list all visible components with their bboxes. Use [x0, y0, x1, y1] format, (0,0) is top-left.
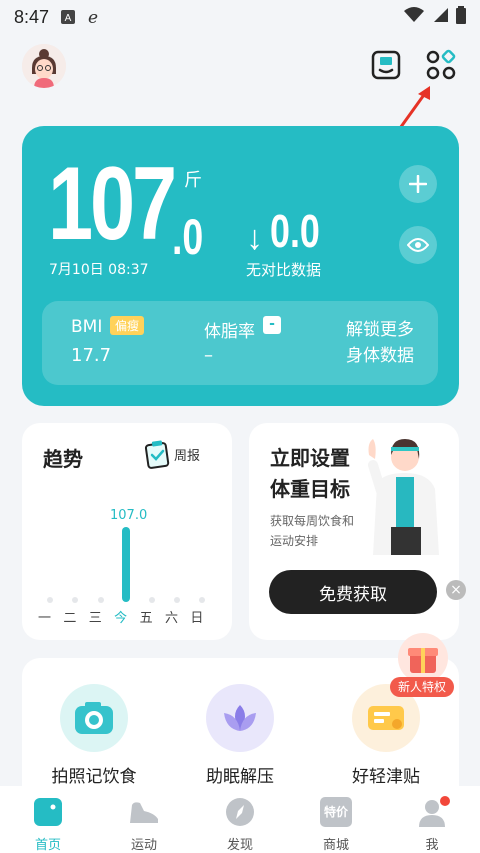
trend-day-label: 三	[88, 611, 102, 626]
tab-home[interactable]: 首页	[0, 786, 96, 853]
tab-discover-label: 发现	[226, 838, 253, 853]
tab-home-label: 首页	[34, 838, 61, 853]
trend-day-label: 日	[190, 611, 204, 626]
apps-grid-icon	[426, 49, 456, 80]
body-fat-badge: -	[263, 316, 281, 334]
trend-day-label: 五	[139, 611, 153, 626]
trend-dot	[199, 597, 206, 603]
shoe-icon	[128, 796, 160, 828]
add-weight-button[interactable]	[399, 165, 437, 203]
unlock-line1: 解锁更多	[346, 320, 414, 340]
feature-sleep-relax-label: 助眠解压	[206, 767, 274, 787]
trend-day-label: 一	[38, 611, 52, 626]
compass-icon	[224, 796, 256, 828]
goal-card[interactable]: 立即设置 体重目标 获取每周饮食和 运动安排 免费获取	[249, 423, 459, 640]
trend-value-label: 107.0	[110, 508, 148, 523]
status-bar: 8:47 A e	[0, 0, 480, 34]
trend-dot	[72, 597, 79, 603]
down-arrow-icon: ↓	[246, 219, 263, 257]
tab-discover[interactable]: 发现	[192, 786, 288, 853]
shop-icon: 特价	[320, 796, 352, 828]
body-fat-label: 体脂率	[204, 322, 255, 342]
woman-illustration-icon	[368, 439, 439, 555]
close-goal-button[interactable]: ×	[446, 580, 466, 600]
toggle-visibility-button[interactable]	[399, 226, 437, 264]
plus-icon	[409, 175, 427, 193]
wifi-icon	[404, 6, 424, 28]
goal-title-line1: 立即设置	[270, 446, 350, 470]
clipboard-icon	[144, 440, 170, 469]
bmi-label: BMI	[71, 317, 103, 337]
profile-icon	[416, 796, 450, 828]
lotus-icon	[206, 684, 274, 752]
trend-days: 一二三今五六日	[38, 607, 216, 626]
body-fat-value: –	[204, 345, 213, 366]
scale-device-icon	[371, 50, 401, 80]
feature-photo-diet-label: 拍照记饮食	[51, 767, 137, 787]
weekly-label: 周报	[174, 448, 201, 464]
trend-dot	[174, 597, 180, 603]
tab-shop-label: 商城	[322, 838, 349, 853]
trend-dot	[47, 597, 53, 603]
avatar[interactable]	[22, 44, 66, 88]
newbie-privilege-badge[interactable]: 新人特权	[390, 633, 454, 699]
trend-dots	[40, 597, 210, 607]
tab-sport-label: 运动	[130, 838, 157, 853]
feature-bonus[interactable]: 好轻津贴	[326, 684, 446, 787]
svg-text:e: e	[88, 9, 98, 25]
apps-grid-button[interactable]	[424, 48, 458, 82]
weight-date: 7月10日 08:37	[49, 262, 149, 278]
bottom-tab-bar: 首页 运动 发现 特价 商城 我	[0, 786, 480, 853]
tab-shop[interactable]: 特价 商城	[288, 786, 384, 853]
tab-me[interactable]: 我	[384, 786, 480, 853]
tab-me-label: 我	[425, 838, 439, 853]
goal-sub-line2: 运动安排	[270, 534, 319, 548]
weight-decimal: .0	[172, 209, 204, 265]
trend-bar	[122, 527, 130, 602]
bmi-value: 17.7	[71, 345, 112, 366]
trend-day-label: 二	[63, 611, 77, 626]
tab-sport[interactable]: 运动	[96, 786, 192, 853]
goal-sub-line1: 获取每周饮食和	[270, 514, 355, 528]
unlock-more-data-link[interactable]: 解锁更多 身体数据	[346, 317, 414, 369]
diff-value: 0.0	[270, 205, 320, 257]
weight-integer: 107	[48, 146, 177, 262]
newbie-privilege-label: 新人特权	[390, 677, 454, 697]
battery-icon	[456, 5, 466, 29]
trend-day-label: 六	[164, 611, 178, 626]
goal-title-line2: 体重目标	[270, 477, 350, 501]
body-metrics-panel[interactable]: BMI 偏瘦 17.7 体脂率 - – 解锁更多 身体数据	[42, 301, 438, 385]
notification-dot	[440, 796, 450, 806]
home-icon	[32, 796, 64, 828]
weekly-report-link[interactable]: 周报	[144, 438, 212, 470]
feature-bonus-label: 好轻津贴	[352, 767, 420, 787]
status-time: 8:47	[14, 6, 50, 27]
free-get-button[interactable]: 免费获取	[269, 570, 437, 614]
trend-dot	[97, 597, 104, 603]
weight-card[interactable]: 107 斤 .0 7月10日 08:37 ↓ 0.0 无对比数据 BMI 偏瘦 …	[22, 126, 459, 406]
browser-e-icon: e	[87, 9, 105, 25]
goal-subtitle: 获取每周饮食和 运动安排	[270, 511, 354, 551]
gift-icon	[398, 633, 448, 683]
goal-title: 立即设置 体重目标	[270, 443, 350, 505]
signal-icon	[432, 7, 448, 28]
notification-a-icon: A	[61, 10, 76, 24]
trend-day-label: 今	[114, 611, 128, 626]
eye-icon	[407, 238, 429, 252]
weekly-report-button[interactable]	[369, 48, 403, 82]
shop-special-badge: 特价	[320, 797, 352, 827]
bmi-status-badge: 偏瘦	[110, 316, 145, 335]
diff-label: 无对比数据	[246, 261, 322, 279]
feature-photo-diet[interactable]: 拍照记饮食	[34, 684, 154, 787]
trend-title: 趋势	[43, 447, 83, 471]
camera-icon	[60, 684, 128, 752]
trend-dot	[148, 597, 155, 603]
feature-sleep-relax[interactable]: 助眠解压	[180, 684, 300, 787]
weight-unit: 斤	[184, 170, 202, 191]
unlock-line2: 身体数据	[346, 346, 414, 366]
trend-card[interactable]: 趋势 周报 107.0 一二三今五六日	[22, 423, 232, 640]
svg-text:A: A	[65, 13, 72, 24]
